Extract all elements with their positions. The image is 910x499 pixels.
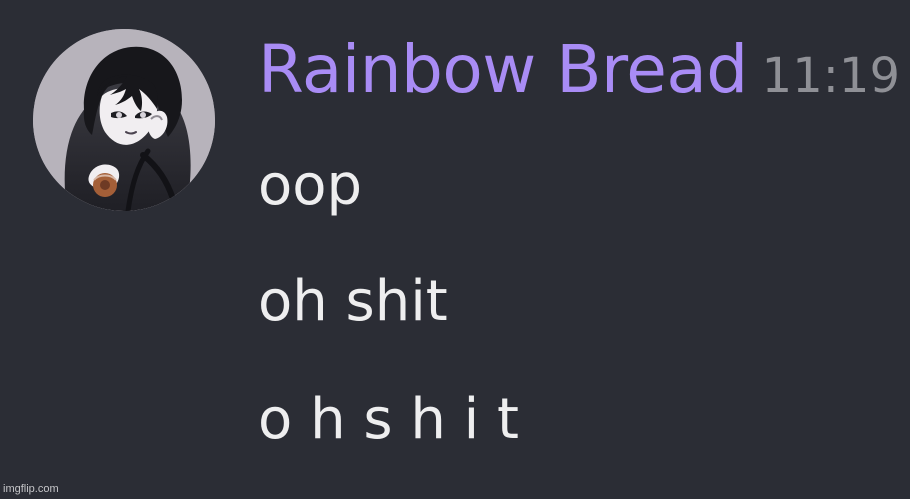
message-line-3: o h s h i t xyxy=(258,387,519,452)
watermark: imgflip.com xyxy=(3,483,59,495)
message-line-1: oop xyxy=(258,153,363,218)
username[interactable]: Rainbow Bread xyxy=(258,31,748,108)
timestamp: 11:19 xyxy=(761,48,900,104)
chat-message: Rainbow Bread 11:19 oop oh shit o h s h i… xyxy=(0,0,910,499)
message-line-2: oh shit xyxy=(258,269,448,334)
avatar[interactable] xyxy=(33,29,215,211)
message-header: Rainbow Bread 11:19 xyxy=(258,30,900,116)
anime-character-avatar-icon xyxy=(33,29,215,211)
